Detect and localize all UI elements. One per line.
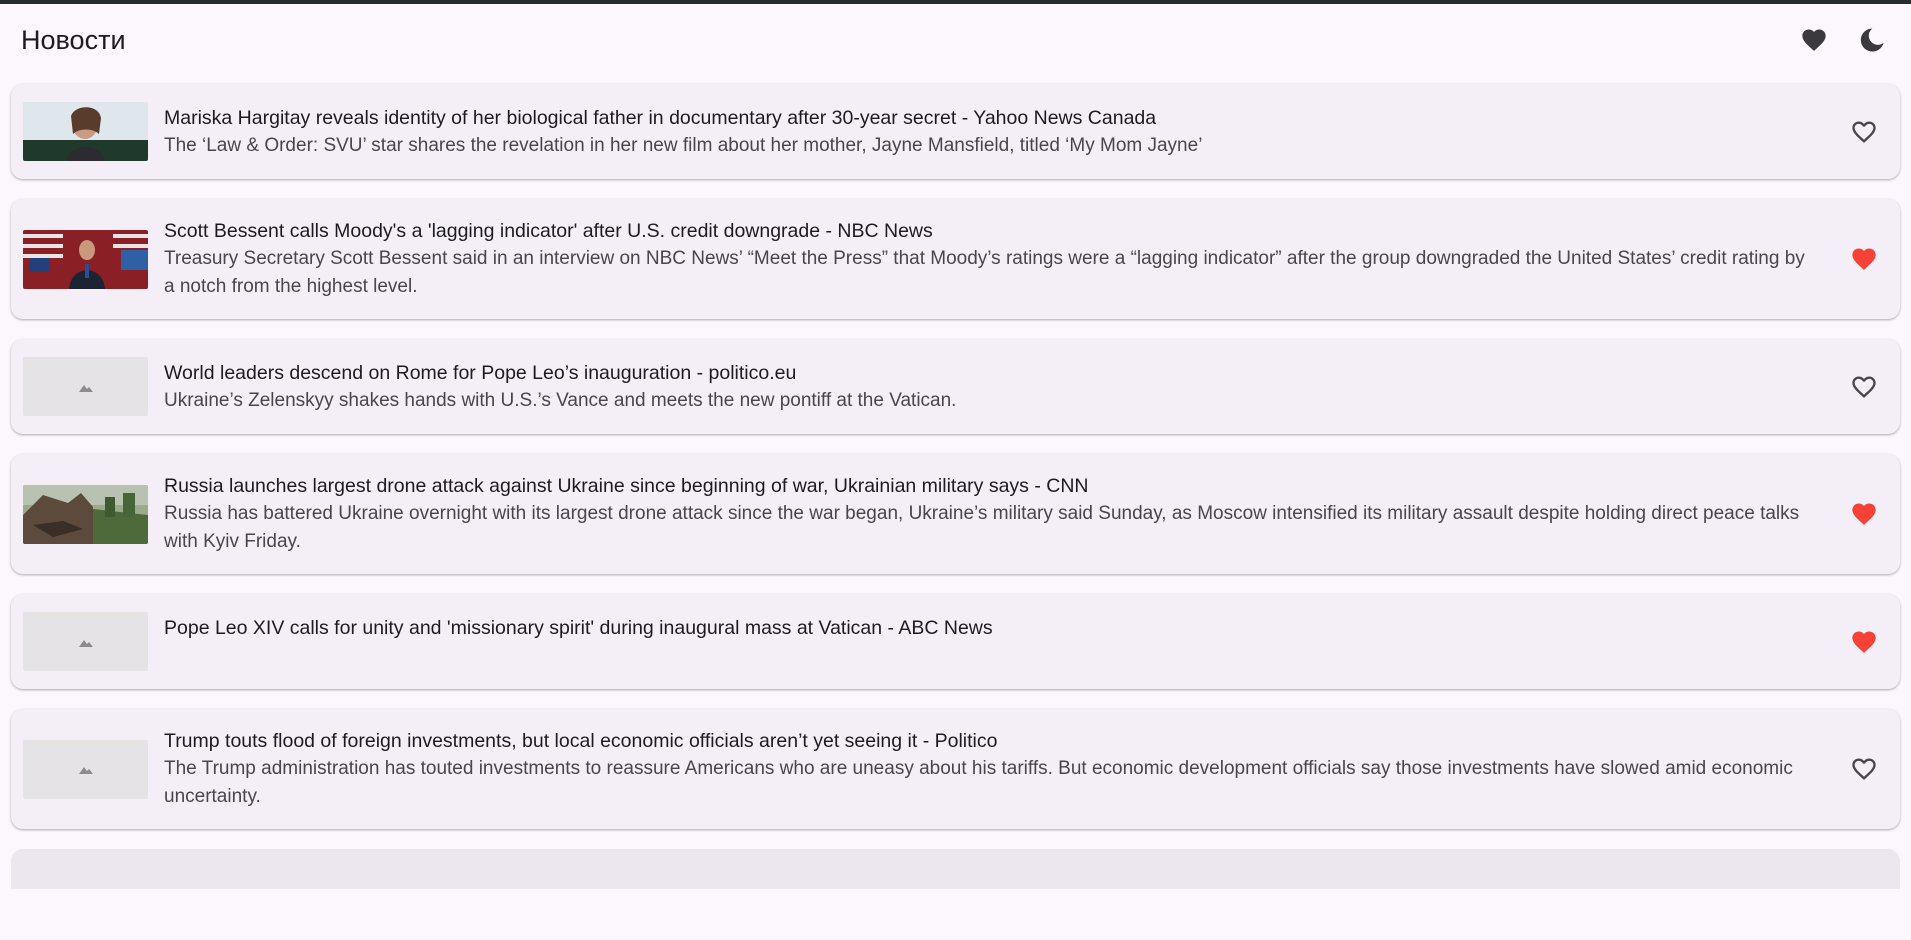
news-description: Russia has battered Ukraine overnight wi… — [164, 503, 1800, 552]
news-thumbnail-placeholder — [23, 739, 148, 799]
news-description: Treasury Secretary Scott Bessent said in… — [164, 248, 1805, 297]
favorite-button[interactable] — [1840, 108, 1888, 156]
favorite-button[interactable] — [1840, 235, 1888, 283]
news-text: Scott Bessent calls Moody's a 'lagging i… — [164, 217, 1840, 301]
heart-outline-icon — [1852, 121, 1876, 143]
page-title: Новости — [21, 24, 126, 55]
news-text: Mariska Hargitay reveals identity of her… — [164, 104, 1840, 160]
app-bar: Новости — [0, 4, 1911, 76]
image-placeholder-icon — [78, 767, 93, 774]
news-title: World leaders descend on Rome for Pope L… — [164, 361, 797, 384]
heart-filled-icon — [1852, 631, 1876, 653]
news-thumbnail-placeholder — [23, 357, 148, 416]
heart-outline-icon — [1852, 758, 1876, 780]
image-placeholder-icon — [78, 384, 93, 392]
news-text: Russia launches largest drone attack aga… — [164, 472, 1840, 556]
news-card[interactable]: Scott Bessent calls Moody's a 'lagging i… — [11, 199, 1900, 319]
favorite-button[interactable] — [1840, 745, 1888, 793]
app-bar-actions — [1796, 22, 1890, 58]
favorites-button[interactable] — [1796, 22, 1832, 58]
news-card[interactable]: Mariska Hargitay reveals identity of her… — [11, 84, 1900, 179]
news-thumbnail-placeholder — [23, 612, 148, 671]
news-title: Trump touts flood of foreign investments… — [164, 730, 998, 752]
news-description: The ‘Law & Order: SVU’ star shares the r… — [164, 134, 1203, 156]
news-description: The Trump administration has touted inve… — [164, 758, 1793, 807]
news-card[interactable]: World leaders descend on Rome for Pope L… — [11, 339, 1900, 434]
heart-filled-icon — [1852, 503, 1876, 525]
news-title: Scott Bessent calls Moody's a 'lagging i… — [164, 220, 933, 242]
heart-outline-icon — [1852, 376, 1876, 398]
news-text: World leaders descend on Rome for Pope L… — [164, 359, 1840, 415]
news-thumbnail — [23, 229, 148, 289]
news-thumbnail — [23, 484, 148, 544]
news-title: Mariska Hargitay reveals identity of her… — [164, 106, 1157, 129]
news-text: Trump touts flood of foreign investments… — [164, 727, 1840, 811]
heart-filled-icon — [1802, 29, 1826, 51]
image-placeholder-icon — [78, 639, 93, 647]
moon-icon — [1860, 28, 1884, 52]
news-title: Russia launches largest drone attack aga… — [164, 475, 1089, 497]
news-card[interactable]: Pope Leo XIV calls for unity and 'missio… — [11, 594, 1900, 689]
theme-toggle-button[interactable] — [1854, 22, 1890, 58]
news-card[interactable]: Trump touts flood of foreign investments… — [11, 709, 1900, 829]
heart-filled-icon — [1852, 248, 1876, 270]
favorite-button[interactable] — [1840, 363, 1888, 411]
news-list: Mariska Hargitay reveals identity of her… — [0, 76, 1911, 889]
news-thumbnail — [23, 102, 148, 161]
news-text: Pope Leo XIV calls for unity and 'missio… — [164, 614, 1840, 670]
news-card-partial[interactable] — [11, 849, 1900, 889]
favorite-button[interactable] — [1840, 490, 1888, 538]
news-card[interactable]: Russia launches largest drone attack aga… — [11, 454, 1900, 574]
news-title: Pope Leo XIV calls for unity and 'missio… — [164, 616, 993, 639]
favorite-button[interactable] — [1840, 618, 1888, 666]
news-description: Ukraine’s Zelenskyy shakes hands with U.… — [164, 389, 957, 411]
